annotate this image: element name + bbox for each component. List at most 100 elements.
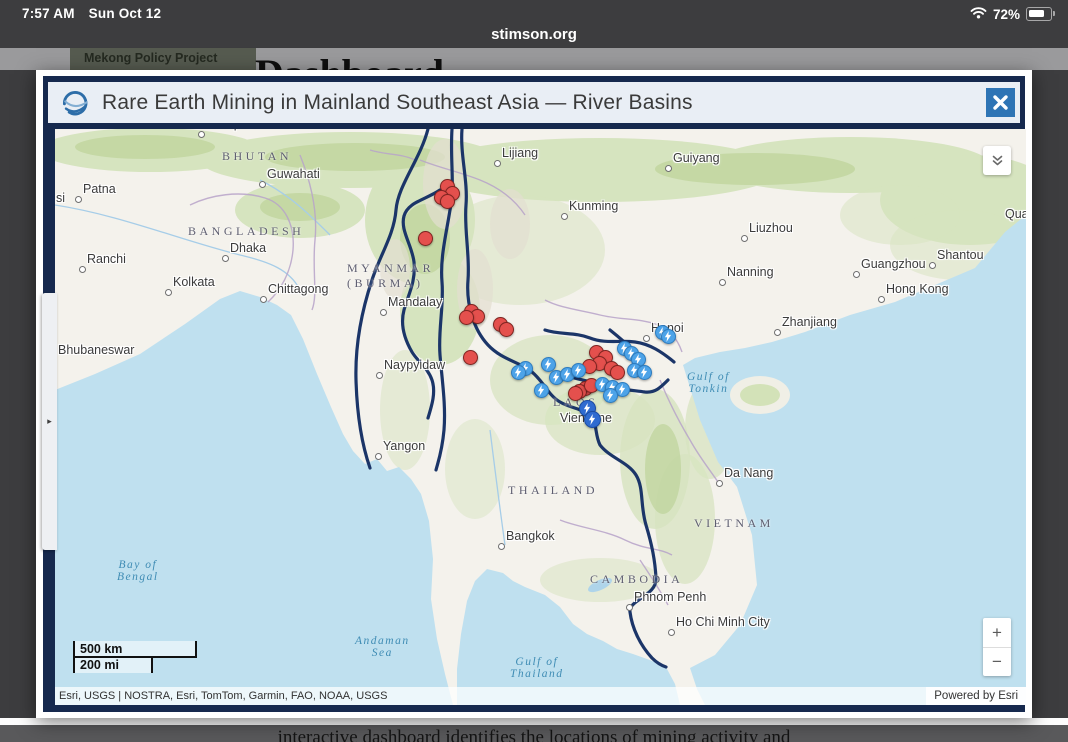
city-label: Phnom Penh (634, 590, 706, 604)
city-dot (259, 181, 266, 188)
city-label: Dhaka (230, 241, 266, 255)
zoom-in-button[interactable]: + (983, 618, 1011, 647)
city-dot (561, 213, 568, 220)
dam-marker[interactable] (661, 329, 676, 344)
country-label: MYANMAR(BURMA) (347, 261, 434, 291)
city-label: Bhubaneswar (58, 343, 134, 357)
address-bar[interactable]: stimson.org (0, 26, 1068, 43)
city-label: Ranchi (87, 252, 126, 266)
close-button[interactable] (986, 88, 1015, 117)
map-overlay: ThimphuGuwahatiPatnaDhakaRanchiKolkataCh… (55, 129, 1026, 705)
background-page-bottom: interactive dashboard identifies the loc… (0, 718, 1068, 742)
city-dot (494, 160, 501, 167)
city-dot (878, 296, 885, 303)
drawer-arrow-icon: ▸ (47, 416, 52, 427)
city-dot (626, 604, 633, 611)
country-label: BANGLADESH (188, 224, 304, 239)
city-label: Liuzhou (749, 221, 793, 235)
country-label: BHUTAN (222, 149, 292, 164)
close-icon (992, 94, 1009, 111)
water-label: AndamanSea (355, 635, 410, 659)
city-label: Guangzhou (861, 257, 926, 271)
city-label: Qua (1005, 207, 1026, 221)
city-label: Bangkok (506, 529, 555, 543)
scale-mi: 200 mi (73, 658, 153, 673)
mining-marker[interactable] (568, 386, 583, 401)
city-dot (375, 453, 382, 460)
city-label: Kunming (569, 199, 618, 213)
zoom-out-button[interactable]: − (983, 648, 1011, 677)
city-dot (741, 235, 748, 242)
city-dot (774, 329, 781, 336)
country-label: CAMBODIA (590, 572, 683, 587)
drawer-expand-tab[interactable]: ▸ (42, 293, 57, 550)
city-label: Chittagong (268, 282, 328, 296)
city-dot (665, 165, 672, 172)
map-canvas[interactable]: ThimphuGuwahatiPatnaDhakaRanchiKolkataCh… (55, 129, 1026, 705)
country-label: VIETNAM (694, 516, 774, 531)
background-nav-item: Mekong Policy Project (70, 48, 256, 70)
city-dot (380, 309, 387, 316)
city-dot (853, 271, 860, 278)
dam-marker[interactable] (511, 365, 526, 380)
mining-marker[interactable] (499, 322, 514, 337)
background-page-top: Mekong Policy Project Dashboard (0, 48, 1068, 70)
map-modal-frame: Rare Earth Mining in Mainland Southeast … (43, 76, 1025, 712)
city-dot (376, 372, 383, 379)
scale-bar: 500 km 200 mi (73, 641, 197, 673)
scale-km: 500 km (73, 641, 197, 658)
city-dot (929, 262, 936, 269)
city-label: Shantou (937, 248, 984, 262)
background-page-title: Dashboard (255, 50, 444, 70)
city-label: Naypyidaw (384, 358, 445, 372)
collapse-panel-button[interactable] (983, 146, 1011, 175)
mining-marker[interactable] (418, 231, 433, 246)
wifi-icon (970, 6, 987, 22)
city-dot (198, 131, 205, 138)
city-label: Ho Chi Minh City (676, 615, 770, 629)
ipad-screen: 7:57 AMSun Oct 12 72% stimson.org Mekong… (0, 0, 1068, 742)
mining-marker[interactable] (459, 310, 474, 325)
city-dot (643, 335, 650, 342)
double-chevron-down-icon (990, 153, 1005, 168)
city-dot (668, 629, 675, 636)
mining-marker[interactable] (463, 350, 478, 365)
city-dot (222, 255, 229, 262)
powered-by-esri[interactable]: Powered by Esri (926, 687, 1026, 705)
mining-marker[interactable] (610, 365, 625, 380)
status-bar: 7:57 AMSun Oct 12 72% stimson.org (0, 0, 1068, 48)
city-label: si (56, 191, 65, 205)
modal-header: Rare Earth Mining in Mainland Southeast … (48, 82, 1020, 123)
background-body-text: interactive dashboard identifies the loc… (0, 727, 1068, 742)
city-label: Guwahati (267, 167, 320, 181)
status-indicators: 72% (970, 6, 1052, 22)
city-dot (260, 296, 267, 303)
city-dot (498, 543, 505, 550)
zoom-control: + − (983, 618, 1011, 676)
city-label: Zhanjiang (782, 315, 837, 329)
status-time-date: 7:57 AMSun Oct 12 (22, 6, 161, 21)
water-label: Gulf ofThailand (510, 656, 564, 680)
map-modal: Rare Earth Mining in Mainland Southeast … (36, 70, 1032, 718)
city-dot (716, 480, 723, 487)
city-label: Mandalay (388, 295, 442, 309)
city-label: Yangon (383, 439, 425, 453)
dam-marker[interactable] (637, 365, 652, 380)
dam-marker[interactable] (534, 383, 549, 398)
water-label: Bay ofBengal (117, 559, 159, 583)
city-label: Nanning (727, 265, 774, 279)
mining-marker[interactable] (440, 194, 455, 209)
dam-marker[interactable] (603, 388, 618, 403)
status-date: Sun Oct 12 (89, 6, 162, 21)
city-dot (165, 289, 172, 296)
city-label: Guiyang (673, 151, 720, 165)
city-label: Thimphu (206, 129, 255, 131)
dam-marker[interactable] (541, 357, 556, 372)
stimson-logo-icon (58, 87, 90, 119)
battery-icon (1026, 7, 1052, 21)
map-attribution: Esri, USGS | NOSTRA, Esri, TomTom, Garmi… (55, 687, 1026, 705)
dam-marker[interactable] (571, 363, 586, 378)
city-label: Kolkata (173, 275, 215, 289)
city-dot (75, 196, 82, 203)
dam-marker-dark[interactable] (584, 411, 601, 428)
